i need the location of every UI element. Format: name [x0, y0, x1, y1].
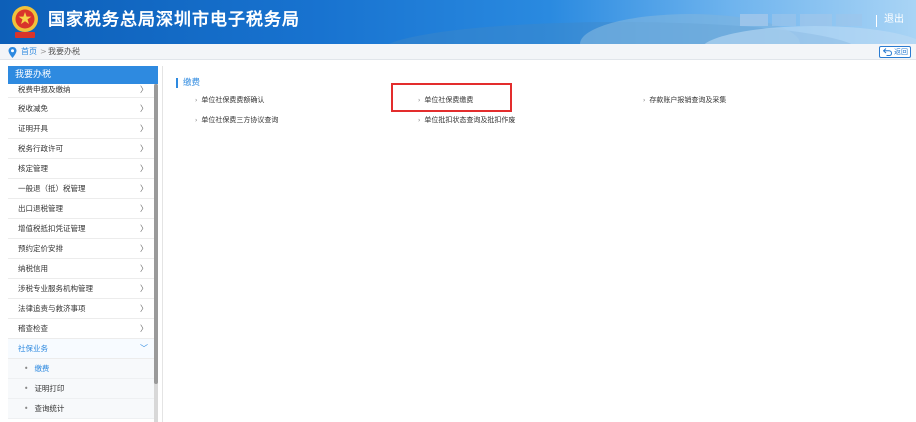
bullet-dot-icon: • — [24, 384, 29, 393]
chevron-right-icon: 〉 — [140, 284, 148, 293]
sidebar-item-tax-reduction[interactable]: 税收减免 〉 — [8, 99, 158, 119]
sidebar-item-admin-permit[interactable]: 税务行政许可 〉 — [8, 139, 158, 159]
highlight-annotation-box — [391, 83, 512, 112]
sidebar-item-label: 稽查检查 — [18, 324, 48, 333]
header-banner: 国家税务总局深圳市电子税务局 退出 — [0, 0, 916, 44]
sidebar-item-social-security[interactable]: 社保业务 ﹀ — [8, 339, 158, 359]
sidebar-subitem-payment[interactable]: • 缴费 — [8, 359, 158, 379]
chevron-right-icon: 〉 — [140, 224, 148, 233]
sidebar-item-inspection[interactable]: 稽查检查 〉 — [8, 319, 158, 339]
sidebar-item-certificates[interactable]: 证明开具 〉 — [8, 119, 158, 139]
arrow-right-icon: › — [195, 97, 198, 104]
section-marker — [176, 78, 178, 88]
sidebar-item-label: 法律追责与救济事项 — [18, 304, 86, 313]
arrow-right-icon: › — [195, 117, 198, 124]
chevron-right-icon: 〉 — [140, 324, 148, 333]
back-button[interactable]: 返回 — [879, 46, 911, 58]
sidebar-item-vat-voucher[interactable]: 增值税抵扣凭证管理 〉 — [8, 219, 158, 239]
location-pin-icon — [8, 47, 17, 58]
sidebar-item-apa[interactable]: 预约定价安排 〉 — [8, 239, 158, 259]
sidebar-item-assessment[interactable]: 核定管理 〉 — [8, 159, 158, 179]
sidebar-item-label: 税务行政许可 — [18, 144, 63, 153]
sidebar-item-label: 社保业务 — [18, 344, 48, 353]
section-title: 缴费 — [183, 78, 201, 88]
sidebar-item-agency[interactable]: 涉税专业服务机构管理 〉 — [8, 279, 158, 299]
bullet-dot-icon: • — [24, 404, 29, 413]
sidebar-item-label: 纳税信用 — [18, 264, 48, 273]
sidebar-subitem-query-stats[interactable]: • 查询统计 — [8, 399, 158, 419]
chevron-right-icon: 〉 — [140, 184, 148, 193]
sidebar-item-label: 涉税专业服务机构管理 — [18, 284, 93, 293]
sidebar-scrollbar[interactable] — [154, 84, 158, 422]
chevron-right-icon: 〉 — [140, 164, 148, 173]
link-batch-deduction[interactable]: › 单位批扣状态查询及批扣作废 — [418, 115, 515, 126]
chevron-down-icon: ﹀ — [140, 344, 148, 353]
sidebar-scrollbar-thumb[interactable] — [154, 84, 158, 384]
user-info-blurred — [836, 14, 862, 26]
main-content: 缴费 › 单位社保费费额确认 › 单位社保费缴费 › 存款账户报销查询及采集 › 单位社… — [162, 66, 912, 422]
link-tripartite-query[interactable]: › 单位社保费三方协议查询 — [195, 115, 278, 126]
link-deposit-account[interactable]: › 存款账户报销查询及采集 — [643, 95, 726, 106]
arrow-right-icon: › — [643, 97, 646, 104]
chevron-right-icon: 〉 — [140, 204, 148, 213]
sidebar-item-label: 预约定价安排 — [18, 244, 63, 253]
link-premium-confirm[interactable]: › 单位社保费费额确认 — [195, 95, 264, 106]
sidebar-item-label: 核定管理 — [18, 164, 48, 173]
site-title: 国家税务总局深圳市电子税务局 — [48, 10, 300, 30]
link-label: 存款账户报销查询及采集 — [649, 96, 727, 104]
sidebar: 我要办税 税费申报及缴纳 〉 税收减免 〉 证明开具 〉 税务行政许可 〉 核定… — [8, 66, 158, 422]
sidebar-item-export-refund[interactable]: 出口退税管理 〉 — [8, 199, 158, 219]
sidebar-subitem-print-cert[interactable]: • 证明打印 — [8, 379, 158, 399]
chevron-right-icon: 〉 — [140, 244, 148, 253]
breadcrumb-home-link[interactable]: 首页 — [21, 46, 37, 58]
chevron-right-icon: 〉 — [140, 304, 148, 313]
sidebar-subitem-label: 证明打印 — [34, 384, 65, 393]
chevron-right-icon: 〉 — [140, 124, 148, 133]
sidebar-subitem-label: 查询统计 — [34, 404, 65, 413]
sidebar-item-label: 出口退税管理 — [18, 204, 63, 213]
sidebar-item-label: 税收减免 — [18, 104, 48, 113]
sidebar-item-credit[interactable]: 纳税信用 〉 — [8, 259, 158, 279]
chevron-right-icon: 〉 — [140, 264, 148, 273]
link-label: 单位批扣状态查询及批扣作废 — [424, 116, 516, 124]
sidebar-item-label: 增值税抵扣凭证管理 — [18, 224, 86, 233]
sidebar-subitem-label: 缴费 — [34, 364, 50, 373]
sidebar-heading: 我要办税 — [8, 66, 158, 84]
breadcrumb-current: 我要办税 — [48, 47, 80, 56]
arrow-right-icon: › — [418, 117, 421, 124]
user-info-blurred — [740, 14, 768, 26]
sidebar-item-label: 一般退（抵）税管理 — [18, 184, 86, 193]
user-info-blurred — [772, 14, 796, 26]
chevron-right-icon: 〉 — [140, 104, 148, 113]
link-label: 单位社保费三方协议查询 — [201, 116, 279, 124]
link-label: 单位社保费费额确认 — [201, 96, 265, 104]
sidebar-item-legal[interactable]: 法律追责与救济事项 〉 — [8, 299, 158, 319]
breadcrumb-separator: > — [40, 47, 47, 56]
sidebar-item-tax-filing[interactable]: 税费申报及缴纳 〉 — [8, 84, 158, 98]
breadcrumb: 首页 > 我要办税 — [0, 44, 916, 60]
sidebar-item-label: 证明开具 — [18, 124, 48, 133]
chevron-right-icon: 〉 — [140, 144, 148, 153]
back-button-label: 返回 — [894, 48, 908, 56]
header-divider — [876, 15, 877, 27]
sidebar-item-label: 税费申报及缴纳 — [18, 85, 71, 94]
user-info-blurred — [800, 14, 832, 26]
bullet-dot-icon: • — [24, 364, 29, 373]
return-arrow-icon — [883, 48, 892, 56]
logout-link[interactable]: 退出 — [884, 13, 904, 27]
sidebar-item-refund[interactable]: 一般退（抵）税管理 〉 — [8, 179, 158, 199]
tax-emblem-icon — [12, 6, 38, 38]
chevron-right-icon: 〉 — [140, 85, 148, 94]
